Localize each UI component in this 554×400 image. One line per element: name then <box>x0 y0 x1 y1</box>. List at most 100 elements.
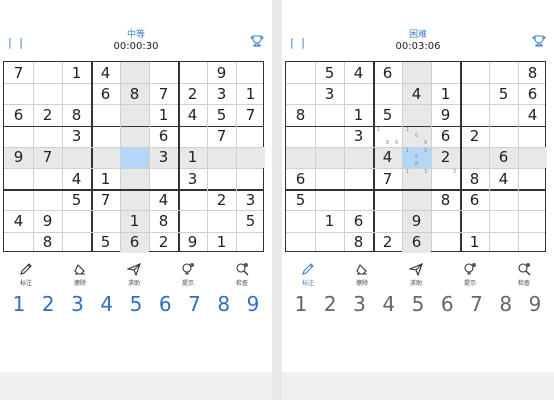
cell-r5c6[interactable]: 3 <box>149 146 178 168</box>
cell-r6c1[interactable]: 6 <box>286 168 315 189</box>
cell-r5c2[interactable]: 7 <box>33 146 62 168</box>
cell-r7c7[interactable]: 6 <box>460 189 489 210</box>
cell-r7c4[interactable]: 7 <box>91 189 120 210</box>
cell-r8c3[interactable]: 6 <box>344 210 373 231</box>
cell-r4c3[interactable]: 3 <box>62 126 91 147</box>
cell-r7c9[interactable]: 3 <box>236 189 265 210</box>
cell-r3c5[interactable] <box>120 104 149 126</box>
cell-r6c8[interactable] <box>207 168 236 189</box>
cell-r3c1[interactable]: 6 <box>4 104 33 125</box>
cell-r5c9[interactable] <box>518 146 547 168</box>
cell-r8c8[interactable] <box>489 210 518 231</box>
cell-r3c5[interactable] <box>402 104 431 126</box>
cell-r1c8[interactable] <box>489 62 518 83</box>
cell-r8c6[interactable] <box>431 210 460 231</box>
number-button-6[interactable]: 6 <box>152 292 178 316</box>
cell-r9c5[interactable]: 6 <box>402 231 431 253</box>
cell-r6c9[interactable] <box>236 168 265 189</box>
cell-r6c4[interactable]: 7 <box>373 168 402 189</box>
cell-r9c3[interactable]: 8 <box>344 232 373 253</box>
cell-r4c6[interactable]: 6 <box>149 126 178 147</box>
number-button-9[interactable]: 9 <box>240 292 266 316</box>
cell-r4c7[interactable]: 2 <box>460 126 489 147</box>
cell-r8c8[interactable] <box>207 210 236 231</box>
cell-r2c7[interactable]: 2 <box>178 83 207 104</box>
cell-r2c4[interactable] <box>373 83 402 104</box>
check-button[interactable]: 检查 <box>506 262 542 287</box>
cell-r9c6[interactable] <box>431 232 460 253</box>
number-button-3[interactable]: 3 <box>65 292 91 316</box>
hint-button[interactable]: 提示 <box>452 262 488 287</box>
trophy-icon[interactable] <box>532 34 546 53</box>
cell-r5c5[interactable]: 1358 <box>402 146 431 168</box>
cell-r6c3[interactable] <box>344 168 373 189</box>
cell-r7c2[interactable] <box>33 189 62 210</box>
cell-r3c4[interactable]: 5 <box>373 104 402 125</box>
cell-r2c8[interactable]: 5 <box>489 83 518 104</box>
cell-r1c7[interactable] <box>460 62 489 83</box>
cell-r9c3[interactable] <box>62 232 91 253</box>
cell-r1c3[interactable]: 4 <box>344 62 373 83</box>
cell-r7c2[interactable] <box>315 189 344 210</box>
cell-r8c3[interactable] <box>62 210 91 231</box>
cell-r3c8[interactable] <box>489 104 518 125</box>
cell-r4c9[interactable] <box>518 126 547 147</box>
cell-r6c6[interactable]: 3 <box>431 168 460 189</box>
number-button-4[interactable]: 4 <box>376 292 402 316</box>
cell-r1c9[interactable] <box>236 62 265 83</box>
cell-r6c2[interactable] <box>33 168 62 189</box>
cell-r1c3[interactable]: 1 <box>62 62 91 83</box>
cell-r2c2[interactable] <box>33 83 62 104</box>
cell-r4c2[interactable] <box>33 126 62 147</box>
cell-r7c4[interactable] <box>373 189 402 210</box>
cell-r4c1[interactable] <box>4 126 33 147</box>
cell-r5c3[interactable] <box>62 146 91 168</box>
cell-r1c6[interactable] <box>431 62 460 83</box>
cell-r5c2[interactable] <box>315 146 344 168</box>
cell-r1c4[interactable]: 4 <box>91 62 120 83</box>
check-button[interactable]: 检查 <box>224 262 260 287</box>
cell-r1c5[interactable] <box>120 62 149 84</box>
cell-r5c8[interactable]: 6 <box>489 146 518 168</box>
cell-r3c9[interactable]: 7 <box>236 104 265 125</box>
cell-r2c2[interactable]: 3 <box>315 83 344 104</box>
hint-button[interactable]: 提示 <box>170 262 206 287</box>
cell-r5c3[interactable] <box>344 146 373 168</box>
number-button-3[interactable]: 3 <box>347 292 373 316</box>
number-button-7[interactable]: 7 <box>464 292 490 316</box>
cell-r8c2[interactable]: 1 <box>315 210 344 231</box>
cell-r3c4[interactable] <box>91 104 120 125</box>
cell-r2c1[interactable] <box>4 83 33 104</box>
number-button-7[interactable]: 7 <box>182 292 208 316</box>
cell-r9c9[interactable] <box>518 232 547 253</box>
cell-r9c7[interactable]: 9 <box>178 232 207 253</box>
cell-r3c8[interactable]: 5 <box>207 104 236 125</box>
cell-r9c8[interactable]: 1 <box>207 232 236 253</box>
cell-r2c5[interactable]: 4 <box>402 83 431 105</box>
cell-r2c9[interactable]: 6 <box>518 83 547 104</box>
trophy-icon[interactable] <box>250 34 264 53</box>
cell-r4c3[interactable]: 3 <box>344 126 373 147</box>
cell-r7c3[interactable]: 5 <box>62 189 91 210</box>
cell-r2c7[interactable] <box>460 83 489 104</box>
cell-r8c2[interactable]: 9 <box>33 210 62 231</box>
cell-r1c9[interactable]: 8 <box>518 62 547 83</box>
cell-r1c5[interactable] <box>402 62 431 84</box>
number-button-6[interactable]: 6 <box>434 292 460 316</box>
cell-r3c1[interactable]: 8 <box>286 104 315 125</box>
cell-r1c6[interactable] <box>149 62 178 83</box>
notes-button[interactable]: 标注 <box>8 262 44 287</box>
cell-r8c5[interactable]: 9 <box>402 210 431 232</box>
cell-r7c8[interactable] <box>489 189 518 210</box>
notes-button[interactable]: 标注 <box>290 262 326 287</box>
cell-r4c5[interactable]: 169 <box>402 125 431 147</box>
cell-r9c5[interactable]: 6 <box>120 231 149 253</box>
erase-button[interactable]: 擦除 <box>62 262 98 287</box>
cell-r2c9[interactable]: 1 <box>236 83 265 104</box>
cell-r3c3[interactable]: 1 <box>344 104 373 125</box>
cell-r3c7[interactable]: 4 <box>178 104 207 125</box>
number-button-9[interactable]: 9 <box>522 292 548 316</box>
cell-r8c9[interactable] <box>518 210 547 231</box>
cell-r3c9[interactable]: 4 <box>518 104 547 125</box>
number-button-5[interactable]: 5 <box>123 292 149 316</box>
